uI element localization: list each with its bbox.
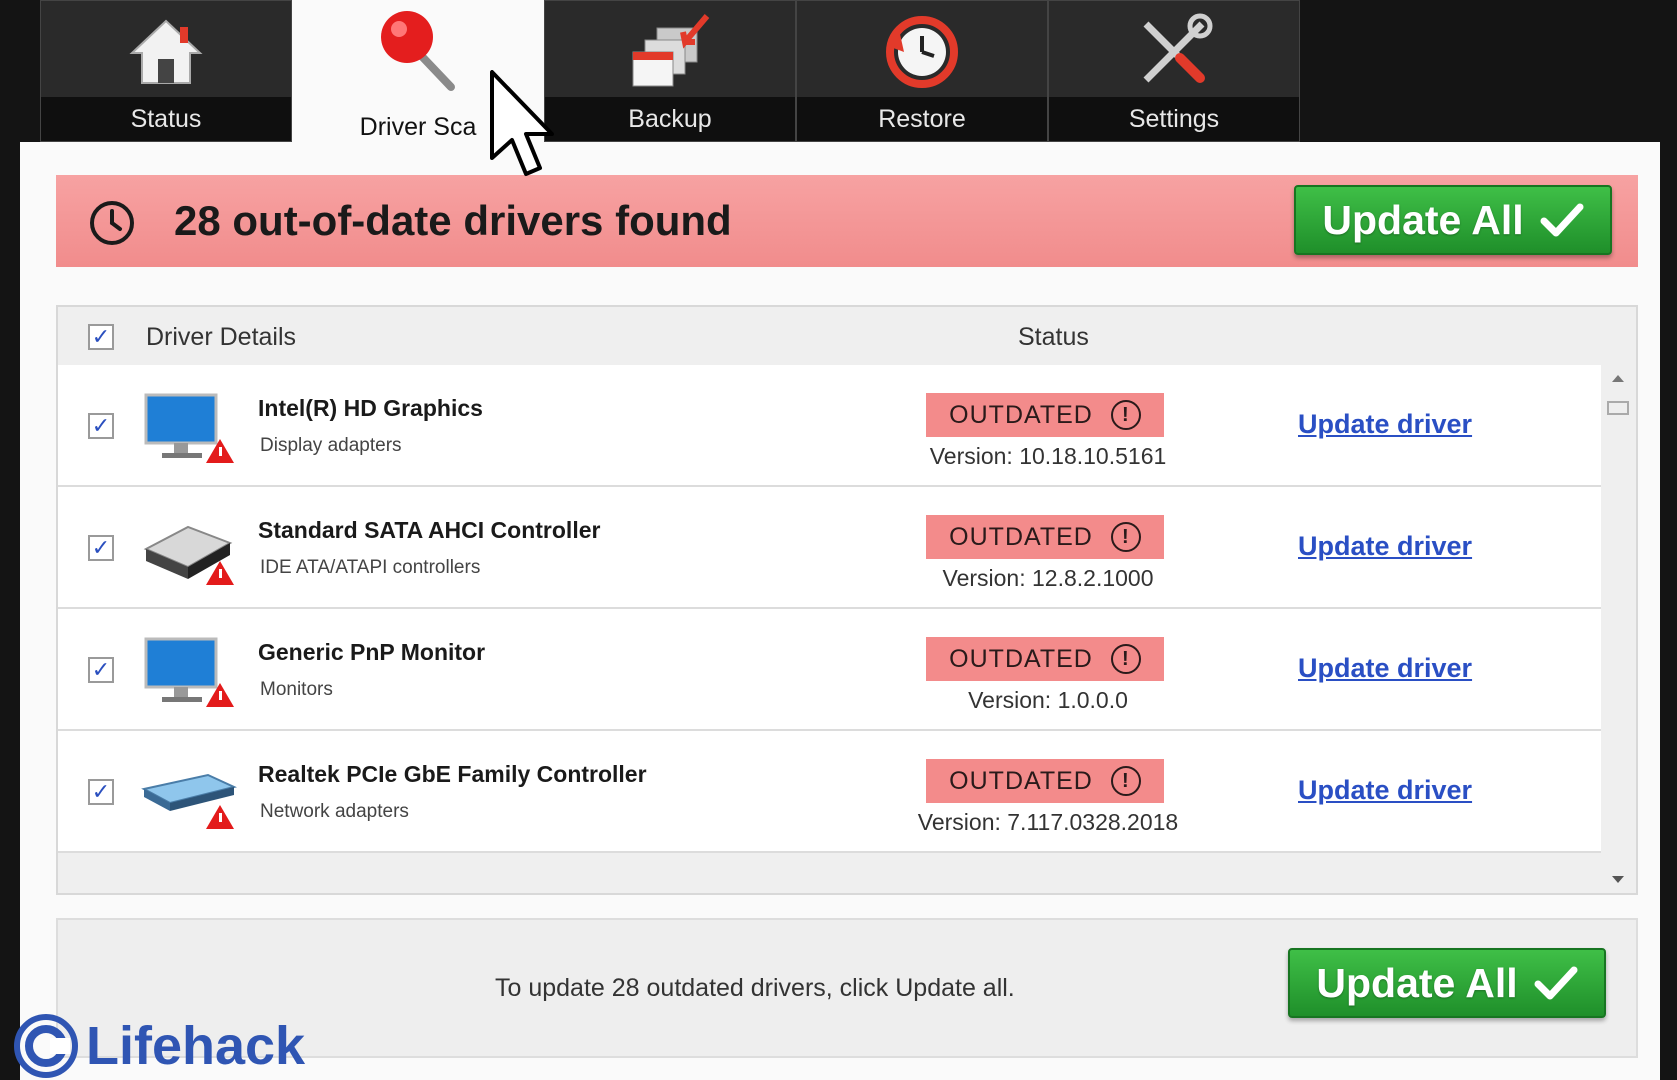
update-driver-link[interactable]: Update driver <box>1298 409 1472 440</box>
update-driver-link[interactable]: Update driver <box>1298 531 1472 562</box>
status-label: OUTDATED <box>949 644 1093 673</box>
footer-message: To update 28 outdated drivers, click Upd… <box>495 974 1015 1002</box>
scroll-up-arrow-icon[interactable] <box>1612 375 1624 382</box>
driver-name: Standard SATA AHCI Controller <box>258 517 601 543</box>
backup-icon <box>545 13 795 91</box>
home-icon <box>41 13 291 91</box>
driver-version: Version: 1.0.0.0 <box>968 687 1128 713</box>
clock-icon <box>88 199 136 252</box>
status-badge: OUTDATED ! <box>926 515 1164 559</box>
row-checkbox[interactable]: ✓ <box>88 657 114 683</box>
update-all-button-top[interactable]: Update All <box>1294 185 1612 255</box>
table-row: ✓ Intel(R) HD Graphics Display adapters … <box>58 365 1601 487</box>
update-all-label: Update All <box>1322 196 1524 243</box>
driver-name: Intel(R) HD Graphics <box>258 395 483 421</box>
checkmark-icon <box>1534 966 1578 1000</box>
driver-name: Realtek PCIe GbE Family Controller <box>258 761 647 787</box>
tab-status[interactable]: Status <box>40 0 292 142</box>
driver-category: Display adapters <box>260 435 402 456</box>
table-header: ✓ Driver Details Status <box>58 307 1636 367</box>
driver-category: Network adapters <box>260 801 409 822</box>
warning-icon: ! <box>1110 766 1141 796</box>
driver-category: Monitors <box>260 679 333 700</box>
status-badge: OUTDATED ! <box>926 393 1164 437</box>
tab-label: Settings <box>1049 97 1299 141</box>
main-panel: 28 out-of-date drivers found Update All … <box>20 142 1660 1080</box>
driver-version: Version: 12.8.2.1000 <box>942 565 1154 591</box>
update-driver-link[interactable]: Update driver <box>1298 653 1472 684</box>
status-label: OUTDATED <box>949 766 1093 795</box>
checkmark-icon <box>1540 203 1584 237</box>
scan-result-banner: 28 out-of-date drivers found Update All <box>56 175 1638 267</box>
column-header-status: Status <box>1018 323 1089 351</box>
tools-icon <box>1049 13 1299 91</box>
hard-drive-icon <box>143 525 234 585</box>
status-label: OUTDATED <box>949 400 1093 429</box>
table-row: ✓ Standard SATA AHCI Controller IDE ATA/… <box>58 487 1601 609</box>
monitor-icon <box>144 393 234 463</box>
tab-label: Status <box>41 97 291 141</box>
column-header-details: Driver Details <box>146 323 297 351</box>
warning-icon: ! <box>1110 522 1141 552</box>
lifehack-watermark: Lifehack <box>14 1012 305 1080</box>
driver-name: Generic PnP Monitor <box>258 639 486 665</box>
driver-list-scrollbar[interactable] <box>1602 365 1634 893</box>
tab-settings[interactable]: Settings <box>1048 0 1300 142</box>
main-tabs: Status Driver Sca Backup Restore Setting… <box>40 0 1380 150</box>
lifehack-wordmark: Lifehack <box>86 1016 306 1076</box>
restore-clock-icon <box>797 13 1047 91</box>
row-checkbox[interactable]: ✓ <box>88 779 114 805</box>
status-badge: OUTDATED ! <box>926 637 1164 681</box>
update-all-label: Update All <box>1316 959 1518 1006</box>
driver-category: IDE ATA/ATAPI controllers <box>260 557 481 578</box>
row-checkbox[interactable]: ✓ <box>88 535 114 561</box>
warning-icon: ! <box>1110 400 1141 430</box>
tab-label: Backup <box>545 97 795 141</box>
scroll-down-arrow-icon[interactable] <box>1612 876 1624 883</box>
network-adapter-icon <box>141 773 237 829</box>
driver-version: Version: 10.18.10.5161 <box>929 443 1167 469</box>
scroll-thumb[interactable] <box>1607 401 1629 415</box>
row-checkbox[interactable]: ✓ <box>88 413 114 439</box>
driver-table: ✓ Driver Details Status ✓ Intel(R) HD Gr… <box>56 305 1638 895</box>
lifehack-logo-icon <box>14 1014 78 1078</box>
tab-backup[interactable]: Backup <box>544 0 796 142</box>
update-driver-link[interactable]: Update driver <box>1298 775 1472 806</box>
status-badge: OUTDATED ! <box>926 759 1164 803</box>
tab-restore[interactable]: Restore <box>796 0 1048 142</box>
update-all-button-bottom[interactable]: Update All <box>1288 948 1606 1018</box>
select-all-checkbox[interactable]: ✓ <box>88 324 114 350</box>
tab-label: Restore <box>797 97 1047 141</box>
warning-icon: ! <box>1110 644 1141 674</box>
table-row: ✓ Generic PnP Monitor Monitors OUTDATED … <box>58 609 1601 731</box>
mouse-cursor-icon <box>490 70 554 176</box>
driver-version: Version: 7.117.0328.2018 <box>917 809 1179 835</box>
table-row: ✓ Realtek PCIe GbE Family Controller Net… <box>58 731 1601 853</box>
status-label: OUTDATED <box>949 522 1093 551</box>
monitor-icon <box>144 637 234 707</box>
scan-result-title: 28 out-of-date drivers found <box>174 197 732 244</box>
